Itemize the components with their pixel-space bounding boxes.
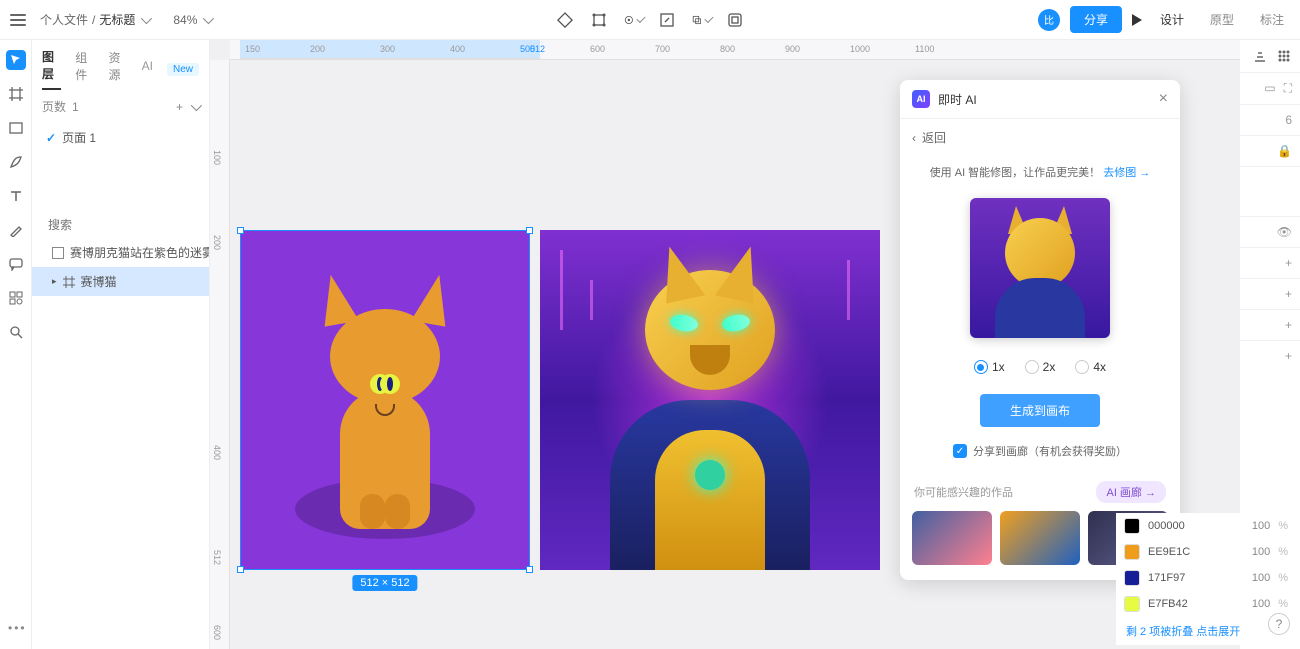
add-icon[interactable]: + <box>1285 287 1292 301</box>
add-icon[interactable]: + <box>1285 349 1292 363</box>
rect-icon[interactable]: ▭ <box>1264 81 1275 96</box>
scale-4x-radio[interactable]: 4x <box>1075 360 1106 374</box>
frame-icon[interactable] <box>590 11 608 29</box>
selection-size-badge: 512 × 512 <box>352 575 417 591</box>
ai-preview-image <box>970 198 1110 338</box>
present-icon[interactable] <box>726 11 744 29</box>
file-title: 无标题 <box>99 11 135 28</box>
ai-description: 使用 AI 智能修图，让作品更完美！ 去修图 → <box>900 156 1180 188</box>
diamond-icon[interactable] <box>556 11 574 29</box>
color-row[interactable]: E7FB42100% <box>1116 591 1296 617</box>
frame-layer-icon <box>63 276 75 288</box>
pencil-icon[interactable] <box>6 220 26 240</box>
scale-2x-radio[interactable]: 2x <box>1025 360 1056 374</box>
play-icon[interactable] <box>1132 14 1142 26</box>
add-icon[interactable]: + <box>1285 318 1292 332</box>
resize-handle[interactable] <box>237 566 244 573</box>
pen-icon[interactable] <box>6 152 26 172</box>
tab-design[interactable]: 设计 <box>1152 7 1192 32</box>
layer-item-selected[interactable]: ▸ 赛博猫 <box>32 267 209 296</box>
frame-tool-icon[interactable] <box>6 84 26 104</box>
gallery-link[interactable]: AI 画廊 → <box>1096 481 1166 503</box>
check-icon: ✓ <box>46 131 56 145</box>
cartoon-cat <box>310 279 460 529</box>
edit-icon[interactable] <box>658 11 676 29</box>
artboard-cyber-cat[interactable] <box>540 230 880 570</box>
image-layer-icon <box>52 247 64 259</box>
ai-panel: AI 即时 AI × ‹ 返回 使用 AI 智能修图，让作品更完美！ 去修图 →… <box>900 80 1180 580</box>
gallery-thumb[interactable] <box>912 511 992 565</box>
ai-logo-icon: AI <box>912 90 930 108</box>
chevron-down-icon[interactable] <box>191 99 202 110</box>
color-row[interactable]: EE9E1C100% <box>1116 539 1296 565</box>
go-edit-link[interactable]: 去修图 → <box>1103 167 1150 179</box>
ruler-horizontal: 150 200 300 400 500 512 600 700 800 900 … <box>230 40 1240 60</box>
gallery-thumb[interactable] <box>1000 511 1080 565</box>
pages-count: 1 <box>72 100 79 114</box>
chevron-left-icon: ‹ <box>912 131 916 145</box>
grid-icon[interactable] <box>1276 48 1292 64</box>
gallery-title: 你可能感兴趣的作品 <box>914 484 1013 500</box>
ruler-vertical: 100 200 400 512 600 <box>210 60 230 649</box>
comment-icon[interactable] <box>6 254 26 274</box>
value-label: 6 <box>1285 113 1292 127</box>
generate-button[interactable]: 生成到画布 <box>980 394 1100 427</box>
text-icon[interactable] <box>6 186 26 206</box>
circle-icon[interactable] <box>624 11 642 29</box>
add-icon[interactable]: + <box>1285 256 1292 270</box>
layer-search[interactable]: ⌄ <box>32 212 209 238</box>
color-row[interactable]: 000000100% <box>1116 513 1296 539</box>
add-page-button[interactable]: + <box>176 100 183 114</box>
boolean-icon[interactable] <box>692 11 710 29</box>
tab-prototype[interactable]: 原型 <box>1202 7 1242 32</box>
expand-icon[interactable]: ⛶ <box>1284 81 1292 96</box>
share-button[interactable]: 分享 <box>1070 6 1122 33</box>
tab-new-badge[interactable]: New <box>167 63 199 76</box>
tab-layers[interactable]: 图层 <box>42 48 61 90</box>
visibility-icon[interactable]: 👁 <box>1277 225 1292 239</box>
share-checkbox[interactable]: ✓ <box>953 444 967 458</box>
ai-panel-title: 即时 AI <box>938 91 977 108</box>
tab-ai[interactable]: AI <box>142 59 153 79</box>
chevron-down-icon <box>203 12 214 23</box>
help-button[interactable]: ? <box>1268 613 1290 635</box>
plugin-icon[interactable] <box>6 288 26 308</box>
lock-icon[interactable]: 🔒 <box>1277 144 1292 158</box>
tab-annotate[interactable]: 标注 <box>1252 7 1292 32</box>
search-icon[interactable] <box>6 322 26 342</box>
scale-1x-radio[interactable]: 1x <box>974 360 1005 374</box>
breadcrumb[interactable]: 个人文件 / 无标题 <box>40 11 149 28</box>
tab-components[interactable]: 组件 <box>75 49 94 89</box>
resize-handle[interactable] <box>237 227 244 234</box>
color-row[interactable]: 171F97100% <box>1116 565 1296 591</box>
back-button[interactable]: ‹ 返回 <box>900 119 1180 156</box>
chevron-down-icon <box>141 12 152 23</box>
search-input[interactable] <box>48 218 203 232</box>
share-label: 分享到画廊（有机会获得奖励） <box>973 443 1127 459</box>
close-button[interactable]: × <box>1159 90 1168 108</box>
tab-assets[interactable]: 资源 <box>108 49 127 89</box>
align-icon[interactable] <box>1252 48 1268 64</box>
zoom-dropdown[interactable]: 84% <box>173 13 211 27</box>
cursor-icon[interactable] <box>6 50 26 70</box>
resize-handle[interactable] <box>526 227 533 234</box>
folder-name: 个人文件 <box>40 11 88 28</box>
hamburger-icon[interactable] <box>8 10 28 30</box>
resize-handle[interactable] <box>526 566 533 573</box>
pages-label: 页数 <box>42 98 66 115</box>
artboard-cartoon-cat[interactable]: 512 × 512 <box>240 230 530 570</box>
page-item[interactable]: ✓ 页面 1 <box>32 123 209 152</box>
more-icon[interactable]: ••• <box>8 621 27 635</box>
rectangle-icon[interactable] <box>6 118 26 138</box>
avatar[interactable]: 比 <box>1038 9 1060 31</box>
layer-item[interactable]: 赛博朋克猫站在紫色的迷雾中... <box>32 238 209 267</box>
